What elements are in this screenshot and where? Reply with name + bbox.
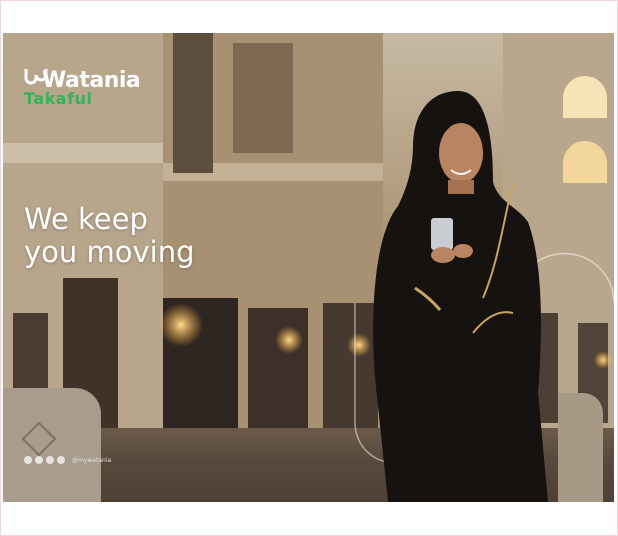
- headline-line-2: you moving: [24, 235, 195, 269]
- twitter-icon[interactable]: [35, 456, 43, 464]
- headline-line-1: We keep: [24, 202, 148, 236]
- social-links: @mywatania: [24, 456, 111, 464]
- social-handle[interactable]: @mywatania: [72, 457, 111, 464]
- facebook-icon[interactable]: [46, 456, 54, 464]
- brand-logo: Watania Takaful: [24, 67, 141, 108]
- instagram-icon[interactable]: [24, 456, 32, 464]
- youtube-icon[interactable]: [57, 456, 65, 464]
- hero-headline: We keep you moving: [24, 203, 195, 269]
